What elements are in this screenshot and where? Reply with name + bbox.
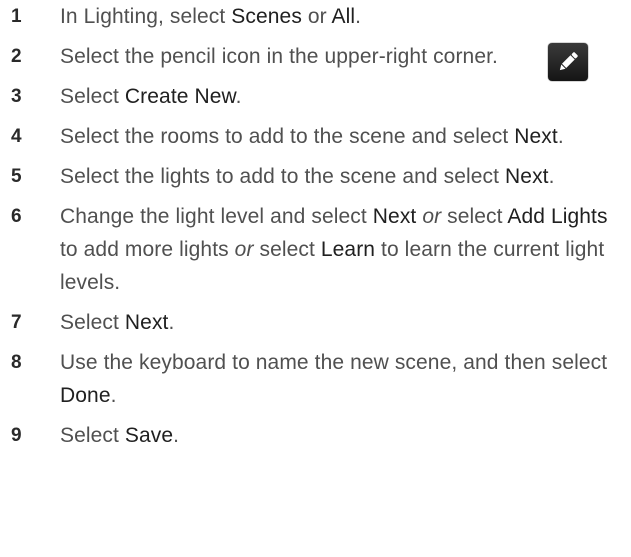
step-text: Select the pencil icon in the upper-righ… <box>60 40 530 73</box>
step-number: 7 <box>11 312 22 333</box>
step-text: Select Save. <box>60 419 631 452</box>
step-text: Use the keyboard to name the new scene, … <box>60 346 631 412</box>
text-segment: Select <box>60 424 125 447</box>
text-segment: In Lighting, select <box>60 5 232 28</box>
step-4: 4 Select the rooms to add to the scene an… <box>0 120 631 153</box>
step-2: 2 Select the pencil icon in the upper-rig… <box>0 40 631 81</box>
step-text: Select Create New. <box>60 80 631 113</box>
step-number: 5 <box>11 166 22 187</box>
instruction-steps: 1 In Lighting, select Scenes or All. 2 Sele… <box>0 0 631 459</box>
ui-label: Learn <box>320 238 376 261</box>
text-segment: to add more lights <box>60 238 235 261</box>
text-segment: . <box>235 85 242 108</box>
text-segment: select <box>253 238 321 261</box>
step-9: 9 Select Save. <box>0 419 631 452</box>
text-segment: Select the pencil icon in the upper-righ… <box>60 45 498 68</box>
step-6: 6 Change the light level and select Next … <box>0 200 631 299</box>
step-text: Select the lights to add to the scene an… <box>60 160 631 193</box>
text-segment: Change the light level and select <box>60 205 373 228</box>
step-number: 6 <box>11 206 22 227</box>
step-number: 9 <box>11 425 22 446</box>
step-3: 3 Select Create New. <box>0 80 631 113</box>
ui-label: Next <box>514 125 558 148</box>
step-1: 1 In Lighting, select Scenes or All. <box>0 0 631 33</box>
text-segment: Select <box>60 311 125 334</box>
text-segment: . <box>355 5 362 28</box>
text-segment: Use the keyboard to name the new scene, … <box>60 351 608 374</box>
step-text: Select Next. <box>60 306 631 339</box>
text-segment: . <box>173 424 180 447</box>
ui-label: Next <box>124 311 169 334</box>
ui-label: Scenes <box>231 5 302 28</box>
text-segment: . <box>548 165 555 188</box>
text-segment: select <box>441 205 508 228</box>
step-number: 3 <box>11 86 22 107</box>
text-segment: Select <box>60 85 125 108</box>
step-number: 8 <box>11 352 22 373</box>
step-8: 8 Use the keyboard to name the new scene,… <box>0 346 631 412</box>
emphasis-text: or <box>234 238 254 261</box>
ui-label: Save <box>124 424 174 447</box>
text-segment: . <box>557 125 564 148</box>
text-segment: . <box>168 311 175 334</box>
emphasis-text: or <box>422 205 442 228</box>
text-segment: Select the lights to add to the scene an… <box>60 165 506 188</box>
text-segment: . <box>110 384 117 407</box>
ui-label: All <box>331 5 356 28</box>
ui-label: Next <box>505 165 549 188</box>
step-number: 4 <box>11 126 22 147</box>
step-text: Change the light level and select Next o… <box>60 200 631 299</box>
ui-label: Add Lights <box>507 205 608 228</box>
ui-label: Create New <box>124 85 236 108</box>
step-number: 2 <box>11 46 22 67</box>
step-5: 5 Select the lights to add to the scene a… <box>0 160 631 193</box>
step-number: 1 <box>11 6 22 27</box>
step-7: 7 Select Next. <box>0 306 631 339</box>
text-segment: Select the rooms to add to the scene and… <box>60 125 515 148</box>
step-text: In Lighting, select Scenes or All. <box>60 0 631 33</box>
ui-label: Done <box>60 384 111 407</box>
step-text: Select the rooms to add to the scene and… <box>60 120 631 153</box>
text-segment: or <box>301 5 332 28</box>
pencil-icon <box>548 43 588 81</box>
ui-label: Next <box>372 205 417 228</box>
